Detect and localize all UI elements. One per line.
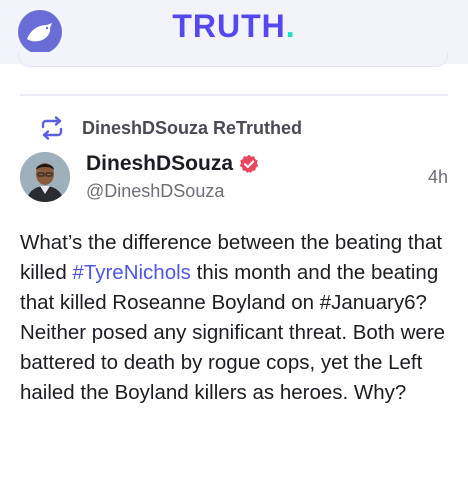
- avatar-photo: [20, 152, 70, 202]
- retruth-icon: [41, 116, 63, 140]
- brand-wordmark[interactable]: TRUTH.: [0, 8, 468, 45]
- author-avatar[interactable]: [20, 152, 70, 202]
- top-header: TRUTH.: [0, 0, 468, 67]
- brand-dot: .: [285, 8, 296, 44]
- divider: [20, 94, 448, 96]
- author-handle[interactable]: @DineshDSouza: [86, 181, 224, 202]
- post-timestamp[interactable]: 4h: [428, 167, 448, 188]
- author-name[interactable]: DineshDSouza: [86, 152, 233, 176]
- retruth-label[interactable]: DineshDSouza ReTruthed: [82, 118, 302, 139]
- brand-name: TRUTH: [172, 8, 286, 44]
- retruth-indicator: DineshDSouza ReTruthed: [38, 116, 302, 140]
- verified-badge-icon: [239, 154, 259, 173]
- post-body: What’s the difference between the beatin…: [20, 228, 450, 408]
- header-card-edge: [18, 52, 448, 67]
- hashtag-link[interactable]: #TyreNichols: [72, 261, 191, 284]
- author-name-row: DineshDSouza: [86, 152, 259, 176]
